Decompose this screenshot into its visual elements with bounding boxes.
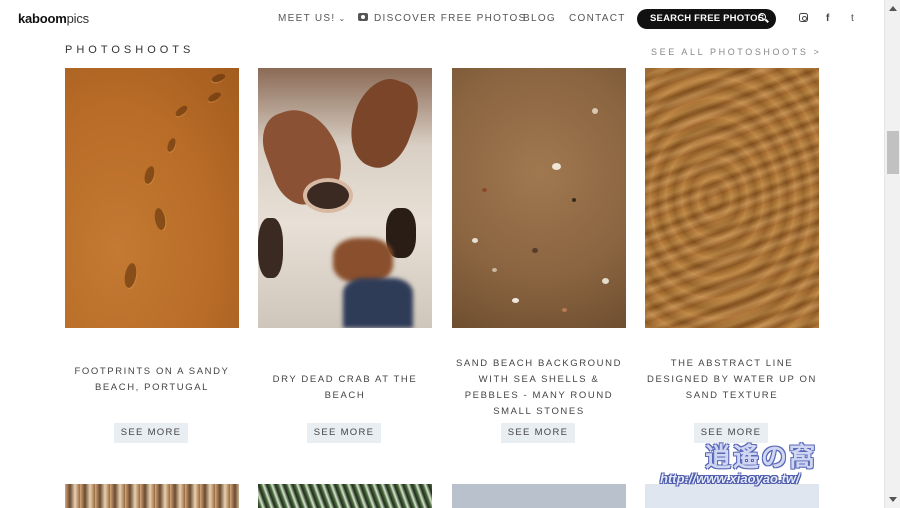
nav-meet-us-label: MEET US! [278, 13, 336, 24]
logo-light-text: pics [66, 11, 90, 26]
nav-blog-label: BLOG [523, 13, 556, 24]
section-title: PHOTOSHOOTS [65, 44, 195, 56]
search-pill-label: SEARCH FREE PHOTOS [650, 13, 765, 24]
camera-icon [358, 13, 368, 21]
photoshoot-card[interactable]: DRY DEAD CRAB AT THE BEACH SEE MORE [258, 68, 432, 443]
nav-contact[interactable]: CONTACT [569, 13, 626, 24]
see-more-button[interactable]: SEE MORE [307, 423, 381, 443]
card-caption[interactable]: DRY DEAD CRAB AT THE BEACH [258, 372, 432, 404]
card-caption[interactable]: FOOTPRINTS ON A SANDY BEACH, PORTUGAL [65, 364, 239, 396]
watermark-title: 逍遙の窩 [705, 442, 818, 472]
search-free-photos-button[interactable]: SEARCH FREE PHOTOS [637, 9, 776, 29]
nav-contact-label: CONTACT [569, 13, 626, 24]
instagram-link[interactable] [799, 13, 808, 25]
facebook-icon: f [826, 13, 830, 24]
facebook-link[interactable]: f [826, 13, 829, 24]
nav-meet-us[interactable]: MEET US! ⌄ [278, 13, 346, 24]
nav-discover-label: DISCOVER FREE PHOTOS [374, 13, 527, 24]
card-caption[interactable]: THE ABSTRACT LINE DESIGNED BY WATER UP O… [645, 356, 819, 404]
twitter-icon: t [851, 13, 854, 24]
twitter-link[interactable]: t [851, 13, 854, 24]
photo-thumbnail-grey[interactable] [452, 484, 626, 508]
scrollbar-thumb[interactable] [887, 131, 899, 174]
photo-abstract-sand-lines[interactable] [645, 68, 819, 328]
chevron-down-icon: ⌄ [338, 14, 347, 23]
instagram-icon [799, 13, 808, 22]
see-more-button[interactable]: SEE MORE [501, 423, 575, 443]
photo-sand-pebbles[interactable] [452, 68, 626, 328]
scroll-up-arrow-icon[interactable] [889, 6, 897, 11]
photo-thumbnail-shells[interactable] [65, 484, 239, 508]
see-more-button[interactable]: SEE MORE [114, 423, 188, 443]
site-logo[interactable]: kaboompics [18, 11, 89, 26]
top-navigation-bar: kaboompics MEET US! ⌄ DISCOVER FREE PHOTO… [0, 0, 884, 38]
nav-discover-free-photos[interactable]: DISCOVER FREE PHOTOS [358, 13, 527, 24]
photo-footprints[interactable] [65, 68, 239, 328]
photo-thumbnail-plant[interactable] [258, 484, 432, 508]
photoshoot-card[interactable]: THE ABSTRACT LINE DESIGNED BY WATER UP O… [645, 68, 819, 443]
vertical-scrollbar[interactable] [884, 0, 900, 508]
search-icon [758, 13, 766, 21]
scroll-down-arrow-icon[interactable] [889, 497, 897, 502]
watermark-url: http://www.xiaoyao.tw/ [660, 471, 800, 486]
photoshoot-card[interactable]: SAND BEACH BACKGROUND WITH SEA SHELLS & … [452, 68, 626, 443]
see-all-photoshoots-link[interactable]: SEE ALL PHOTOSHOOTS > [651, 47, 821, 57]
watermark: 逍遙の窩 http://www.xiaoyao.tw/ [660, 437, 860, 489]
photo-dry-dead-crab[interactable] [258, 68, 432, 328]
nav-blog[interactable]: BLOG [523, 13, 556, 24]
photoshoot-card[interactable]: FOOTPRINTS ON A SANDY BEACH, PORTUGAL SE… [65, 68, 239, 443]
logo-bold-text: kaboom [18, 11, 67, 26]
card-caption[interactable]: SAND BEACH BACKGROUND WITH SEA SHELLS & … [452, 356, 626, 420]
